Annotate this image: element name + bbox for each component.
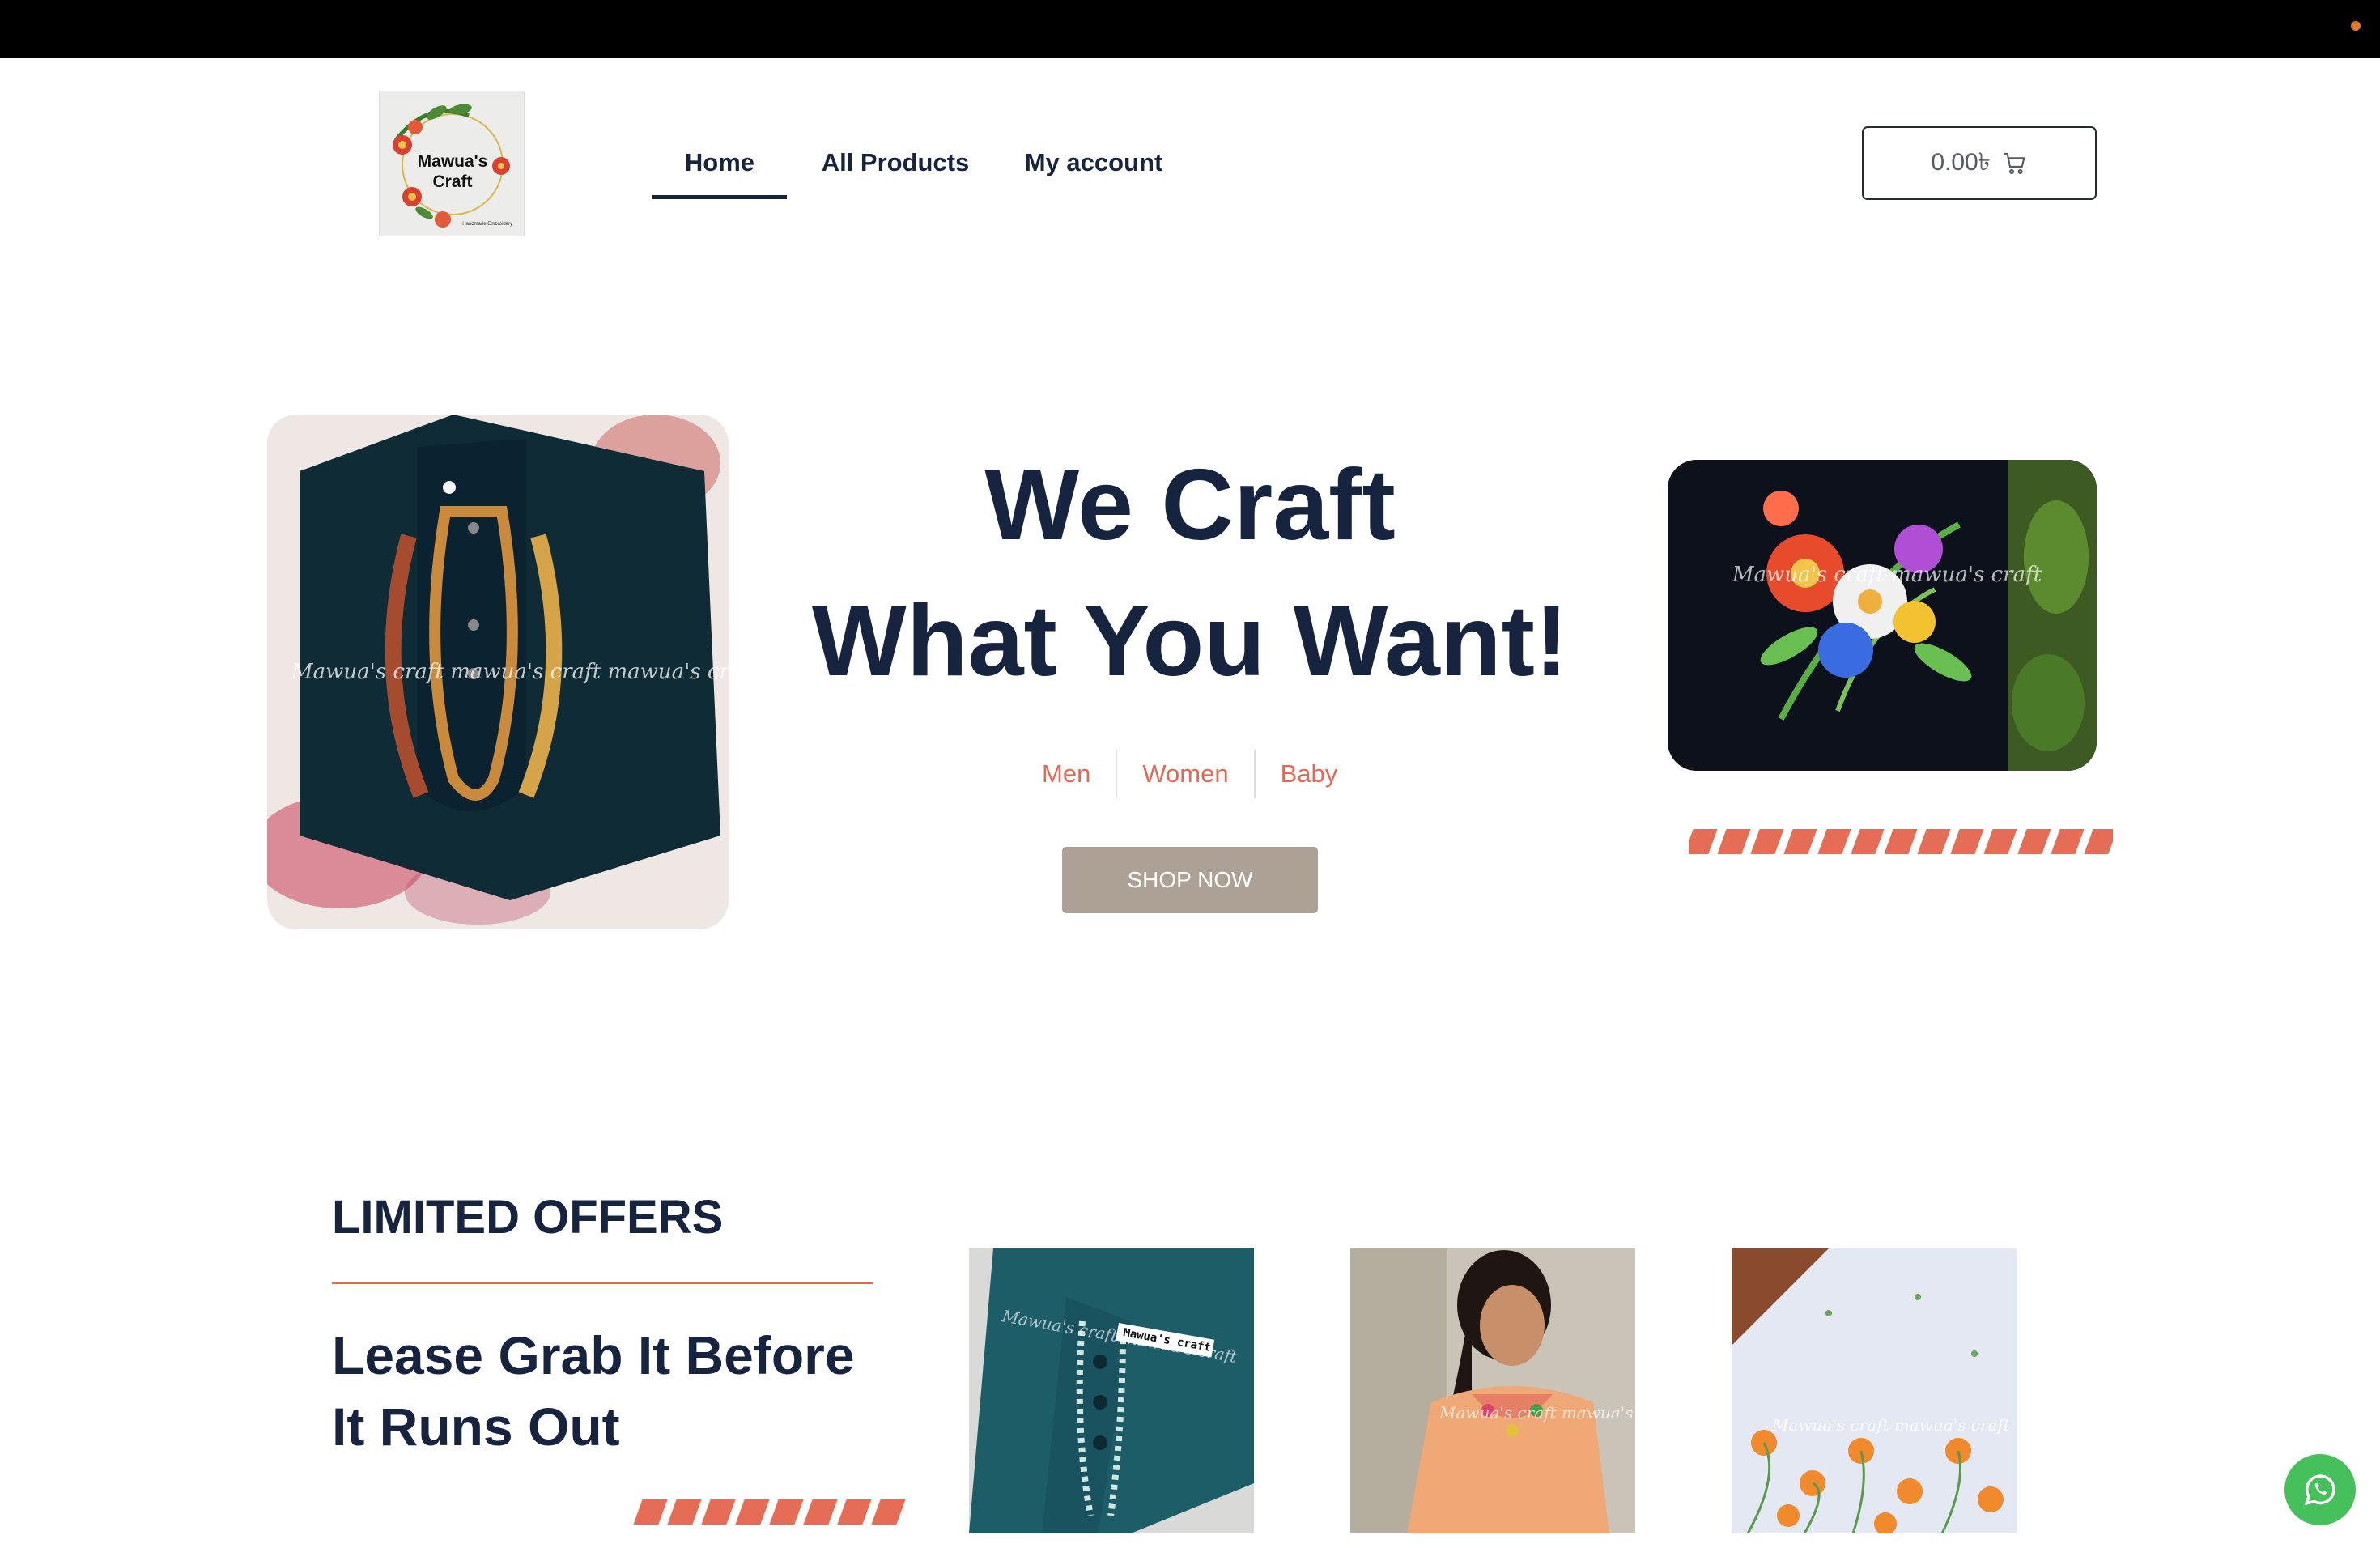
hero-headline: We Craft What You Want! <box>777 437 1603 709</box>
hero-headline-line-1: We Craft <box>984 449 1396 561</box>
hero-right-image: Mawua's craft mawua's craft <box>1668 460 2097 771</box>
nav-all-products[interactable]: All Products <box>806 138 984 199</box>
hero-category-links: Men Women Baby <box>1017 750 1362 798</box>
hero-right-watermark: Mawua's craft mawua's craft <box>1732 563 2042 587</box>
category-link-men[interactable]: Men <box>1017 750 1116 798</box>
offer-product-2[interactable]: Mawua's craft mawua's craft <box>1350 1248 1635 1533</box>
logo-line-2: Craft <box>432 172 473 191</box>
shopping-cart-icon <box>2004 152 2025 174</box>
limited-offers-divider <box>332 1282 873 1284</box>
hero-left-image: Mawua's craft mawua's craft mawua's craf… <box>267 415 729 929</box>
offers-stripe-decoration <box>633 1499 906 1525</box>
whatsapp-icon <box>2304 1474 2335 1506</box>
limited-offers-subtitle: Lease Grab It Before It Runs Out <box>332 1325 855 1457</box>
hero-left-watermark: Mawua's craft mawua's craft mawua's craf… <box>291 660 729 684</box>
cart-amount: 0.00৳ <box>1931 149 1991 176</box>
nav-my-account[interactable]: My account <box>1001 138 1187 199</box>
logo-subtitle: Handmade Embroidery <box>462 222 512 227</box>
hero-headline-line-2: What You Want! <box>811 585 1569 697</box>
offer-product-2-watermark: Mawua's craft mawua's craft <box>1439 1403 1635 1423</box>
cart-button[interactable]: 0.00৳ <box>1862 126 2097 200</box>
nav-home[interactable]: Home <box>652 138 787 199</box>
logo-line-1: Mawua's <box>417 152 488 171</box>
whatsapp-chat-button[interactable] <box>2284 1454 2356 1525</box>
shop-now-button[interactable]: SHOP NOW <box>1062 847 1318 913</box>
offer-product-3[interactable]: Mawua's craft mawua's craft <box>1732 1248 2017 1533</box>
category-link-baby[interactable]: Baby <box>1253 750 1363 798</box>
category-link-women[interactable]: Women <box>1116 750 1253 798</box>
hero-stripe-decoration <box>1689 829 2113 854</box>
site-logo[interactable]: Mawua's Craft Handmade Embroidery <box>379 91 525 236</box>
top-bar <box>0 0 2380 58</box>
offer-product-1[interactable]: Mawua's craft mawua's craft Mawua's craf… <box>969 1248 1254 1533</box>
status-dot <box>2351 21 2361 31</box>
offer-product-3-watermark: Mawua's craft mawua's craft <box>1771 1415 2011 1435</box>
limited-offers-title: LIMITED OFFERS <box>332 1191 724 1244</box>
